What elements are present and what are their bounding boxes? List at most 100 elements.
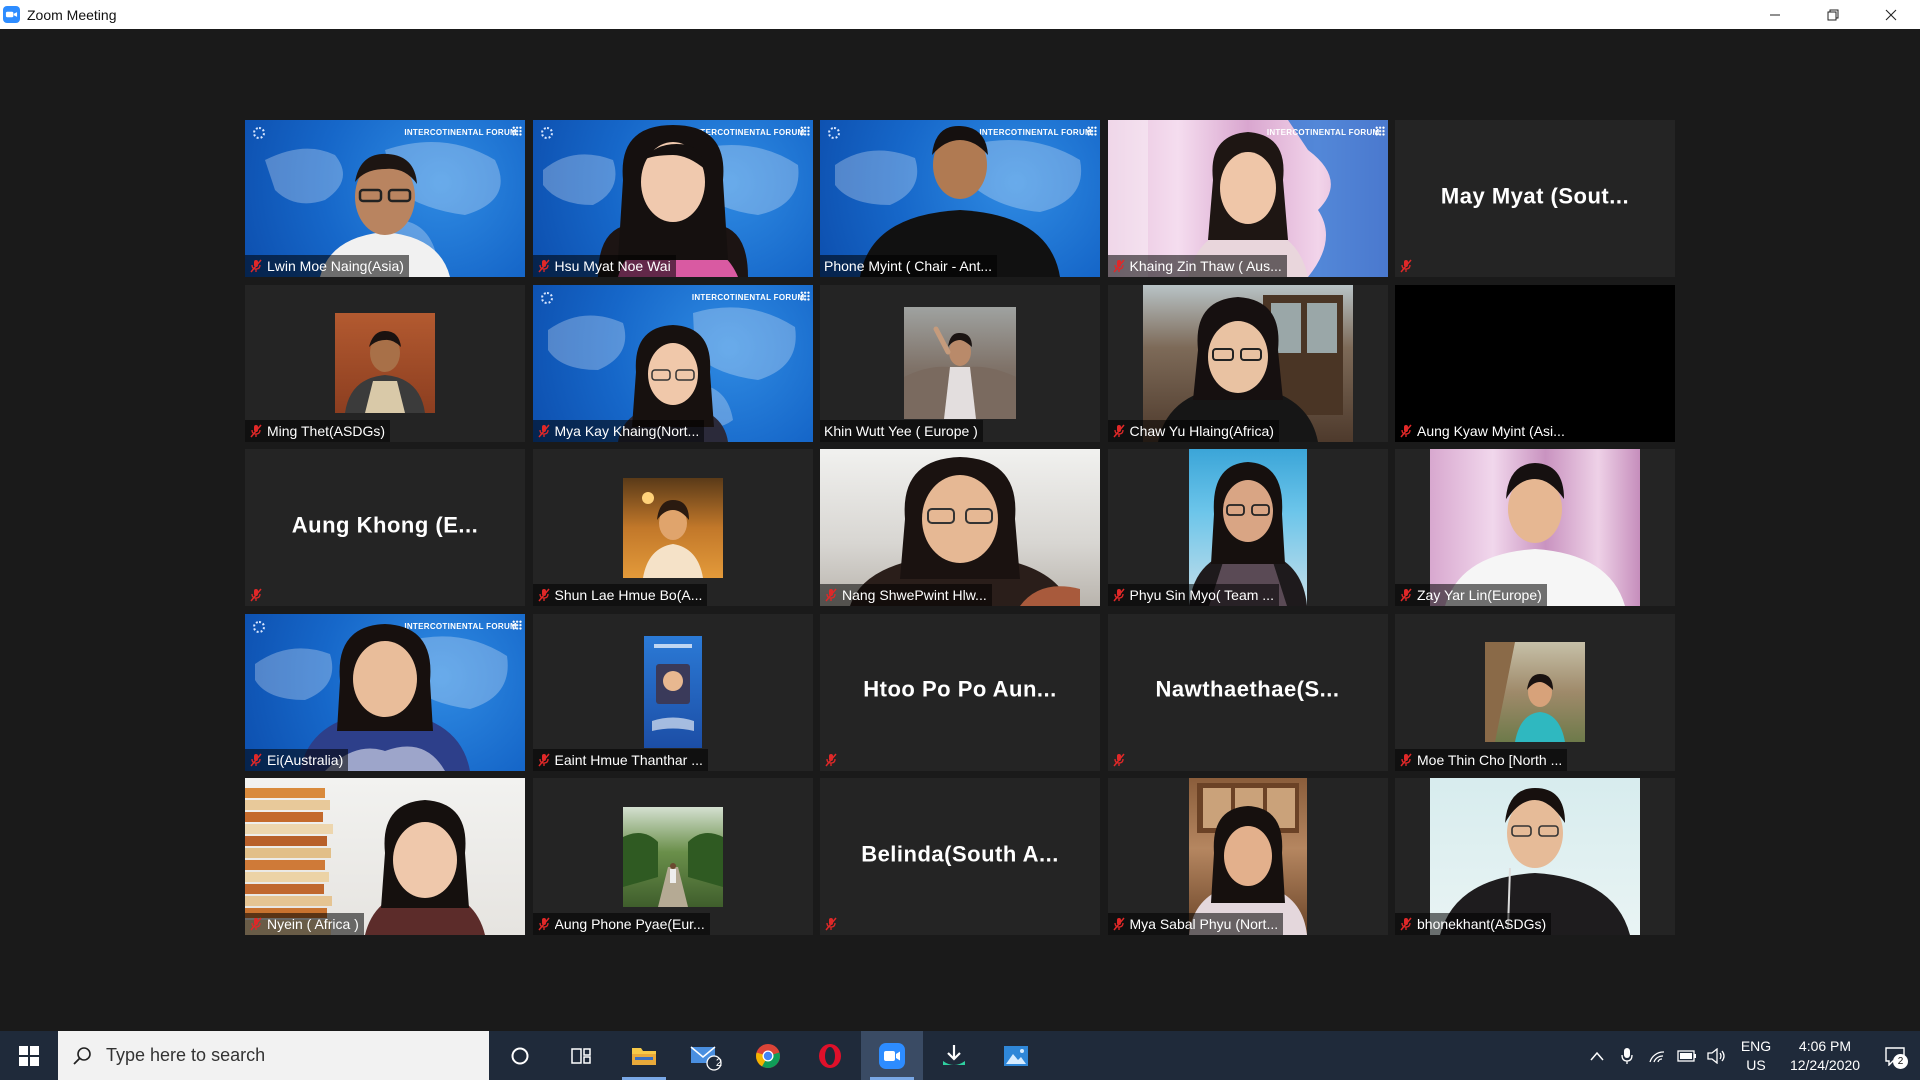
participant-nameplate: Phyu Sin Myo( Team ...: [1107, 584, 1279, 606]
participant-name-display: Htoo Po Po Aun...: [863, 676, 1057, 702]
microphone-tray-button[interactable]: [1612, 1031, 1642, 1080]
muted-mic-icon: [250, 259, 262, 273]
participant-tile[interactable]: Nang ShwePwint Hlw...: [820, 449, 1100, 606]
participant-figure: [860, 125, 1060, 277]
participant-tile[interactable]: Shun Lae Hmue Bo(A...: [532, 449, 813, 606]
participant-video: INTERCOTINENTAL FORUM: [532, 284, 813, 442]
participant-nameplate: Hsu Myat Noe Wai: [532, 255, 676, 277]
wifi-tray-button[interactable]: [1642, 1031, 1672, 1080]
background-brand: INTERCOTINENTAL FORUM: [404, 128, 517, 137]
search-placeholder: Type here to search: [106, 1045, 266, 1065]
close-button[interactable]: [1862, 0, 1920, 29]
muted-mic-icon: [250, 424, 262, 437]
participant-tile[interactable]: INTERCOTINENTAL FORUM Hsu Myat Noe Wai: [532, 120, 813, 277]
participant-name: Nyein ( Africa ): [267, 916, 359, 932]
opera-button[interactable]: [799, 1031, 861, 1080]
participant-nameplate: Shun Lae Hmue Bo(A...: [532, 584, 708, 606]
participant-video: INTERCOTINENTAL FORUM: [245, 613, 525, 771]
participant-name: Phyu Sin Myo( Team ...: [1129, 587, 1274, 603]
minimize-button[interactable]: [1746, 0, 1804, 29]
volume-tray-button[interactable]: [1702, 1031, 1732, 1080]
muted-mic-icon: [1400, 424, 1412, 437]
dots-icon: [1374, 126, 1385, 136]
participant-figure: [1157, 294, 1343, 442]
muted-mic-icon: [1400, 753, 1412, 766]
participant-tile[interactable]: INTERCOTINENTAL FORUM Ei(Australia): [245, 613, 525, 771]
participant-name-display: Belinda(South A...: [861, 840, 1059, 866]
zoom-button[interactable]: [861, 1031, 923, 1080]
participant-nameplate: Moe Thin Cho [North ...: [1395, 748, 1568, 771]
participant-tile[interactable]: Zay Yar Lin(Europe): [1395, 449, 1675, 606]
file-explorer-button[interactable]: [613, 1031, 675, 1080]
participant-tile[interactable]: Belinda(South A...: [820, 778, 1100, 935]
participant-tile[interactable]: Aung Kyaw Myint (Asi...: [1395, 284, 1675, 442]
participant-name: Hsu Myat Noe Wai: [554, 258, 671, 274]
taskbar-search-box[interactable]: Type here to search: [58, 1031, 489, 1080]
task-view-button[interactable]: [551, 1031, 613, 1080]
meeting-area: INTERCOTINENTAL FORUM Lwin Moe Naing(Asi…: [0, 29, 1920, 1031]
input-language-indicator[interactable]: ENG US: [1732, 1037, 1780, 1075]
forum-logo-icon: [540, 291, 553, 304]
chevron-up-icon: [1590, 1051, 1604, 1060]
battery-tray-button[interactable]: [1672, 1031, 1702, 1080]
participant-name: Nang ShwePwint Hlw...: [842, 587, 987, 603]
restore-button[interactable]: [1804, 0, 1862, 29]
chrome-icon: [756, 1043, 780, 1068]
participant-tile[interactable]: Ming Thet(ASDGs): [245, 284, 525, 442]
window-titlebar: Zoom Meeting: [0, 0, 1920, 29]
muted-mic-icon: [1400, 588, 1412, 602]
participant-tile[interactable]: INTERCOTINENTAL FORUM Mya Kay Khaing(Nor…: [532, 284, 813, 442]
participant-nameplate: Ming Thet(ASDGs): [245, 419, 390, 442]
participant-video: [820, 449, 1100, 606]
participant-tile[interactable]: Chaw Yu Hlaing(Africa): [1107, 284, 1388, 442]
window-title: Zoom Meeting: [27, 6, 117, 23]
participant-nameplate: Eaint Hmue Thanthar ...: [532, 748, 708, 771]
participant-tile[interactable]: INTERCOTINENTAL FORUM Phone Myint ( Chai…: [820, 120, 1100, 277]
muted-mic-icon: [1400, 259, 1412, 273]
participant-tile[interactable]: INTERCOTINENTAL FORUM Khaing Zin Thaw ( …: [1107, 120, 1388, 277]
chrome-button[interactable]: [737, 1031, 799, 1080]
cortana-icon: [511, 1047, 529, 1064]
participant-tile[interactable]: Aung Phone Pyae(Eur...: [532, 778, 813, 935]
download-app-button[interactable]: [923, 1031, 985, 1080]
dots-icon: [1087, 126, 1097, 136]
participant-tile[interactable]: Khin Wutt Yee ( Europe ): [820, 284, 1100, 442]
participant-tile[interactable]: Htoo Po Po Aun...: [820, 613, 1100, 771]
participant-video: [1142, 284, 1353, 442]
photos-button[interactable]: [985, 1031, 1047, 1080]
participant-figure: [597, 125, 748, 277]
participant-name: Mya Kay Khaing(Nort...: [554, 422, 700, 439]
participant-tile[interactable]: May Myat (Sout...: [1395, 120, 1675, 277]
participant-name: Aung Phone Pyae(Eur...: [554, 916, 705, 932]
muted-mic-icon: [1112, 917, 1125, 931]
participant-tile[interactable]: Nyein ( Africa ): [245, 778, 525, 935]
taskbar-clock[interactable]: 4:06 PM 12/24/2020: [1780, 1037, 1870, 1075]
participant-photo: [1485, 642, 1585, 742]
participant-tile[interactable]: Moe Thin Cho [North ...: [1395, 613, 1675, 771]
participant-tile[interactable]: Nawthaethae(S...: [1107, 613, 1388, 771]
start-button[interactable]: [0, 1031, 58, 1080]
cortana-button[interactable]: [489, 1031, 551, 1080]
muted-mic-icon: [825, 917, 837, 931]
participant-video: [1188, 449, 1307, 606]
muted-mic-icon: [537, 753, 550, 766]
participant-tile[interactable]: Aung Khong (E...: [245, 449, 525, 606]
participant-tile[interactable]: Mya Sabal Phyu (Nort...: [1107, 778, 1388, 935]
participant-name: Shun Lae Hmue Bo(A...: [554, 587, 703, 603]
participant-nameplate: Khin Wutt Yee ( Europe ): [820, 419, 983, 442]
participant-video: INTERCOTINENTAL FORUM: [532, 120, 813, 277]
participant-tile[interactable]: Eaint Hmue Thanthar ...: [532, 613, 813, 771]
action-center-button[interactable]: 2: [1870, 1031, 1920, 1080]
muted-mic-icon: [1112, 588, 1125, 602]
participant-tile[interactable]: INTERCOTINENTAL FORUM Lwin Moe Naing(Asi…: [245, 120, 525, 277]
participant-tile[interactable]: bhonekhant(ASDGs): [1395, 778, 1675, 935]
participant-tile[interactable]: Phyu Sin Myo( Team ...: [1107, 449, 1388, 606]
search-icon: [73, 1046, 91, 1065]
muted-mic-icon: [1112, 753, 1125, 766]
mail-button[interactable]: 2: [675, 1031, 737, 1080]
participant-nameplate: Mya Sabal Phyu (Nort...: [1107, 913, 1284, 935]
participant-name: Eaint Hmue Thanthar ...: [554, 751, 703, 768]
muted-mic-icon: [250, 917, 262, 931]
show-hidden-icons-button[interactable]: [1582, 1031, 1612, 1080]
participant-video: [245, 778, 525, 935]
